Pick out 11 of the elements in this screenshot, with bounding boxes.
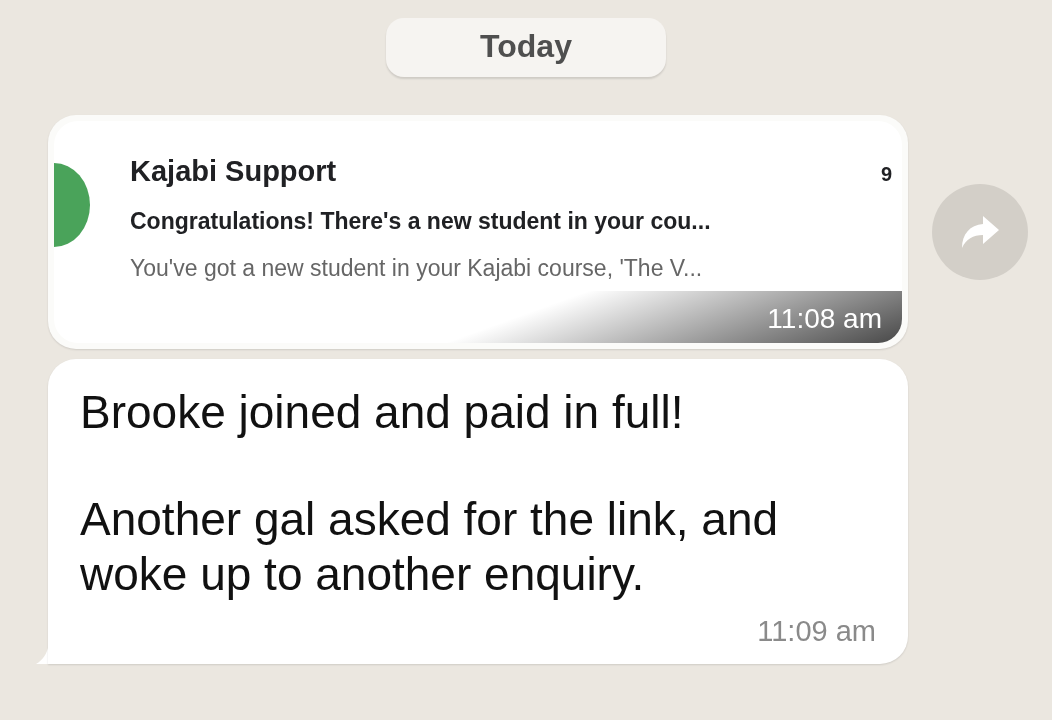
forward-arrow-icon <box>959 214 1001 250</box>
message-time: 11:08 am <box>767 303 882 335</box>
email-preview: You've got a new student in your Kajabi course, 'The V... <box>130 255 704 282</box>
forwarded-message-bubble[interactable]: Kajabi Support 9 Congratulations! There's a new student in your cou... You've got a new student in your Kajabi course, 'The V... 11:08 am <box>48 115 908 349</box>
email-sender: Kajabi Support <box>130 155 337 188</box>
message-time: 11:09 am <box>757 614 876 648</box>
email-count: 9 <box>880 163 892 186</box>
message-text: Brooke joined and paid in full! <box>80 385 685 440</box>
email-subject: Congratulations! There's a new student in your cou... <box>130 208 712 235</box>
message-text: Another gal asked for the link, and woke up to another enquiry. <box>80 492 780 603</box>
date-divider: Today <box>386 18 666 77</box>
